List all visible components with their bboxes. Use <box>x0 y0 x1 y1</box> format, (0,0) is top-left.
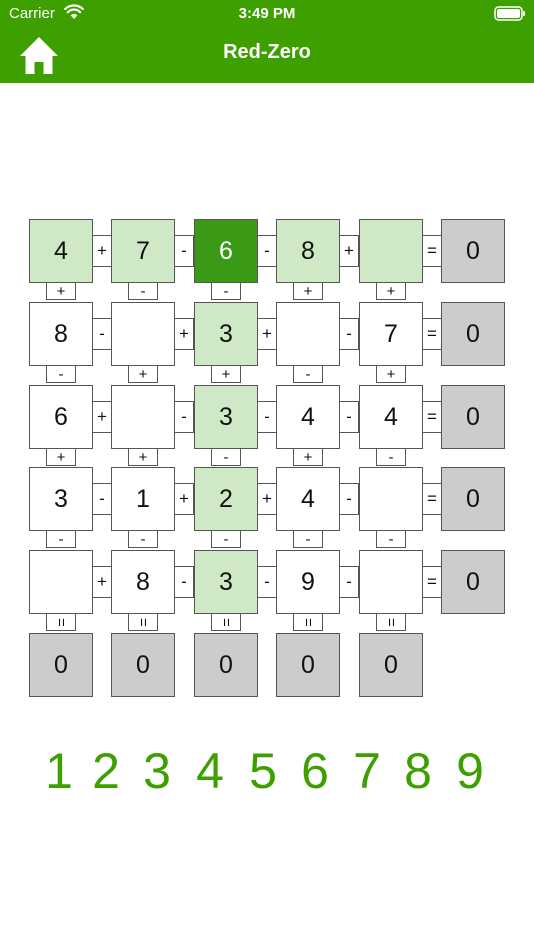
grid-cell-r1-c1[interactable]: 4 <box>29 219 93 283</box>
grid-cell-r4-c2[interactable]: 1 <box>111 467 175 531</box>
column-operator: + <box>293 282 323 300</box>
row-result: 0 <box>441 467 505 531</box>
row-operator: + <box>174 318 194 350</box>
grid-cell-r5-c4[interactable]: 9 <box>276 550 340 614</box>
column-operator: + <box>211 365 241 383</box>
row-operator: - <box>257 235 277 267</box>
number-pad-digit-2[interactable]: 2 <box>84 740 128 802</box>
column-equals-sign: = <box>376 613 406 631</box>
column-operator: + <box>128 448 158 466</box>
column-equals-sign: = <box>293 613 323 631</box>
column-operator: - <box>293 365 323 383</box>
number-pad-digit-8[interactable]: 8 <box>396 740 440 802</box>
column-operator: + <box>46 282 76 300</box>
grid-cell-r1-c5[interactable] <box>359 219 423 283</box>
row-operator: - <box>257 566 277 598</box>
number-pad: 123456789 <box>0 740 534 802</box>
column-equals-sign: = <box>211 613 241 631</box>
column-result: 0 <box>276 633 340 697</box>
number-pad-digit-4[interactable]: 4 <box>188 740 232 802</box>
row-operator: + <box>174 483 194 515</box>
grid-cell-r1-c3[interactable]: 6 <box>194 219 258 283</box>
column-operator: - <box>211 530 241 548</box>
grid-cell-r4-c1[interactable]: 3 <box>29 467 93 531</box>
row-operator: + <box>92 235 112 267</box>
number-pad-digit-5[interactable]: 5 <box>241 740 285 802</box>
puzzle-grid: 4 7 6 8 + - - + = 0 8 3 7- + + - = 0 6 3 4 4 + - - - = 0 3 1 2 4- + + - = 0 8… <box>0 0 534 720</box>
grid-cell-r4-c3[interactable]: 2 <box>194 467 258 531</box>
row-operator: - <box>257 401 277 433</box>
row-equals-sign: = <box>422 401 442 433</box>
column-operator: - <box>376 530 406 548</box>
column-operator: + <box>376 282 406 300</box>
column-result: 0 <box>29 633 93 697</box>
grid-cell-r2-c2[interactable] <box>111 302 175 366</box>
number-pad-digit-9[interactable]: 9 <box>448 740 492 802</box>
row-operator: - <box>92 318 112 350</box>
row-result: 0 <box>441 219 505 283</box>
grid-cell-r4-c5[interactable] <box>359 467 423 531</box>
grid-cell-r3-c2[interactable] <box>111 385 175 449</box>
row-result: 0 <box>441 550 505 614</box>
row-operator: + <box>257 318 277 350</box>
column-operator: + <box>128 365 158 383</box>
row-operator: - <box>339 318 359 350</box>
grid-cell-r2-c5[interactable]: 7 <box>359 302 423 366</box>
grid-cell-r1-c4[interactable]: 8 <box>276 219 340 283</box>
grid-cell-r3-c5[interactable]: 4 <box>359 385 423 449</box>
grid-cell-r2-c1[interactable]: 8 <box>29 302 93 366</box>
column-result: 0 <box>111 633 175 697</box>
grid-cell-r5-c5[interactable] <box>359 550 423 614</box>
grid-cell-r5-c3[interactable]: 3 <box>194 550 258 614</box>
number-pad-digit-7[interactable]: 7 <box>345 740 389 802</box>
column-operator: - <box>46 530 76 548</box>
column-operator: + <box>376 365 406 383</box>
column-operator: - <box>211 282 241 300</box>
number-pad-digit-1[interactable]: 1 <box>37 740 81 802</box>
row-operator: - <box>339 401 359 433</box>
column-equals-sign: = <box>128 613 158 631</box>
grid-cell-r2-c3[interactable]: 3 <box>194 302 258 366</box>
column-operator: - <box>128 530 158 548</box>
number-pad-digit-3[interactable]: 3 <box>135 740 179 802</box>
grid-cell-r5-c1[interactable] <box>29 550 93 614</box>
column-operator: - <box>46 365 76 383</box>
row-result: 0 <box>441 385 505 449</box>
row-equals-sign: = <box>422 483 442 515</box>
column-operator: - <box>128 282 158 300</box>
row-operator: - <box>174 235 194 267</box>
column-operator: - <box>376 448 406 466</box>
column-result: 0 <box>194 633 258 697</box>
column-equals-sign: = <box>46 613 76 631</box>
row-operator: + <box>92 566 112 598</box>
row-operator: - <box>174 566 194 598</box>
row-result: 0 <box>441 302 505 366</box>
column-operator: - <box>293 530 323 548</box>
row-operator: - <box>92 483 112 515</box>
column-operator: + <box>46 448 76 466</box>
grid-cell-r3-c1[interactable]: 6 <box>29 385 93 449</box>
row-operator: - <box>339 483 359 515</box>
row-operator: - <box>339 566 359 598</box>
column-operator: - <box>211 448 241 466</box>
row-equals-sign: = <box>422 566 442 598</box>
row-operator: + <box>92 401 112 433</box>
column-operator: + <box>293 448 323 466</box>
row-equals-sign: = <box>422 318 442 350</box>
row-operator: + <box>257 483 277 515</box>
row-operator: + <box>339 235 359 267</box>
grid-cell-r4-c4[interactable]: 4 <box>276 467 340 531</box>
number-pad-digit-6[interactable]: 6 <box>293 740 337 802</box>
grid-cell-r2-c4[interactable] <box>276 302 340 366</box>
column-result: 0 <box>359 633 423 697</box>
row-operator: - <box>174 401 194 433</box>
grid-cell-r1-c2[interactable]: 7 <box>111 219 175 283</box>
grid-cell-r5-c2[interactable]: 8 <box>111 550 175 614</box>
grid-cell-r3-c4[interactable]: 4 <box>276 385 340 449</box>
grid-cell-r3-c3[interactable]: 3 <box>194 385 258 449</box>
row-equals-sign: = <box>422 235 442 267</box>
